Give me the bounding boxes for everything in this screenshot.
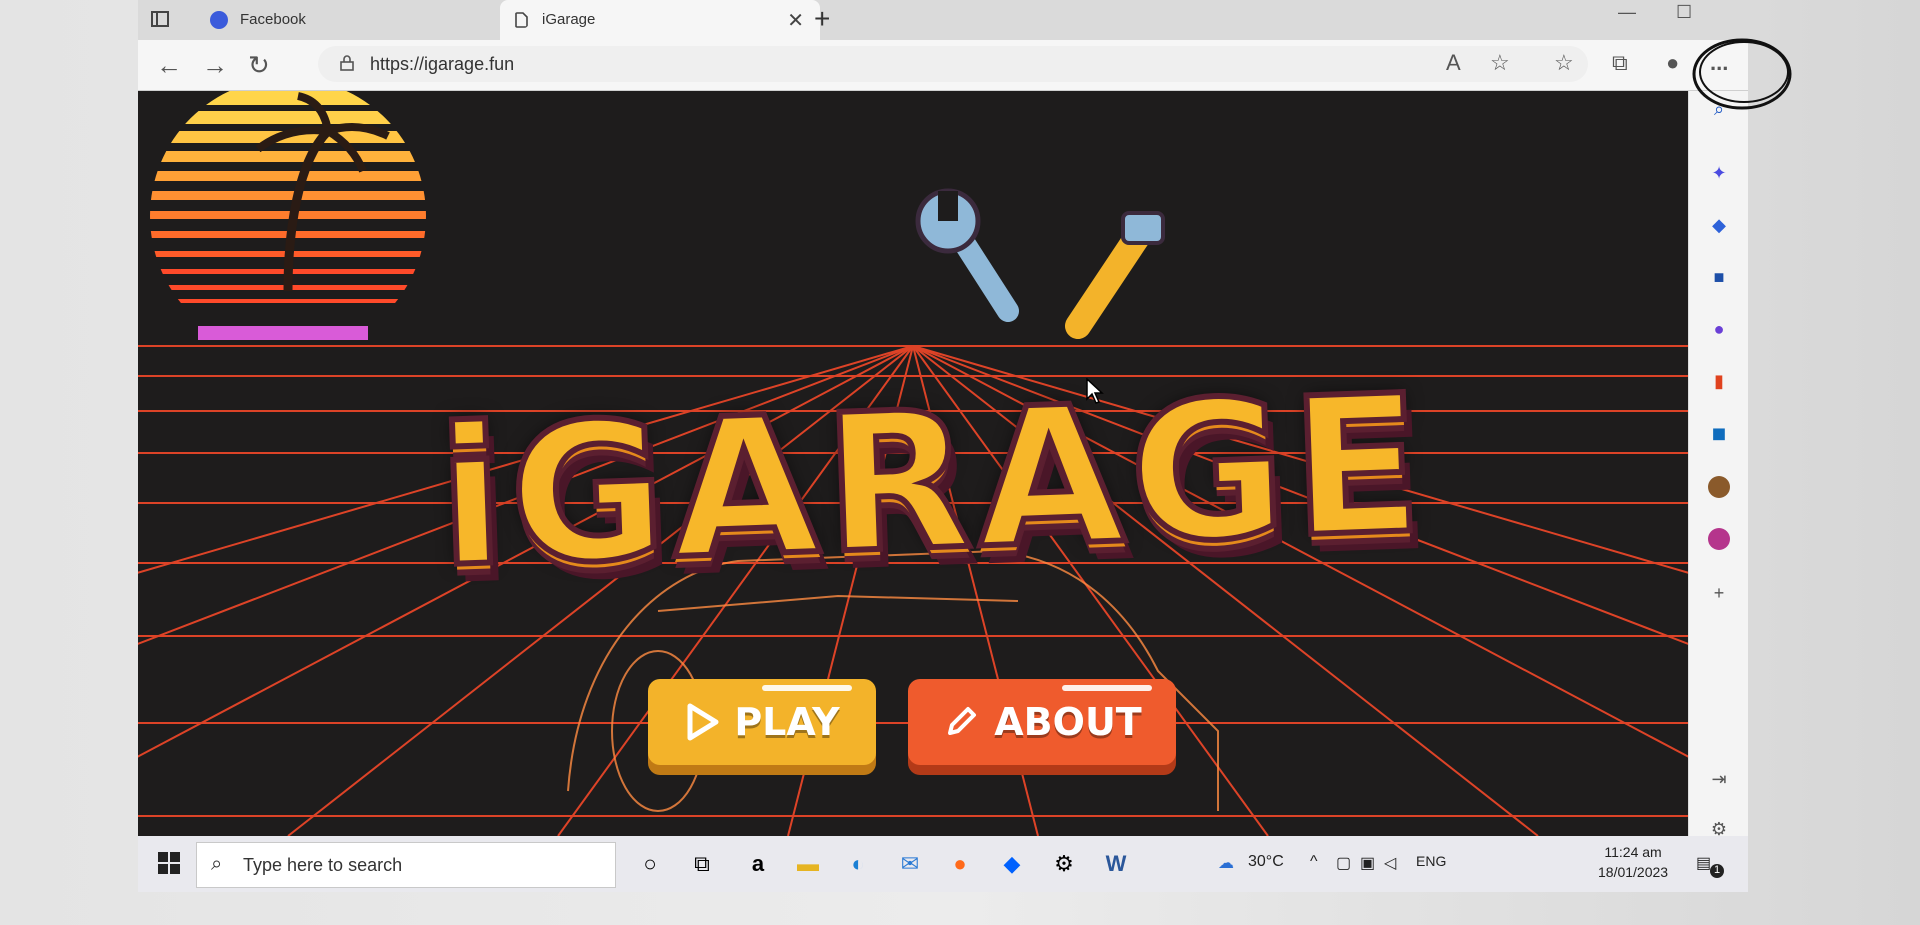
tab-title: iGarage [542,11,596,28]
maximize-icon[interactable]: ☐ [1676,2,1692,23]
notification-badge: 1 [1710,864,1724,878]
task-view-icon[interactable]: ⧉ [686,848,718,880]
volume-icon[interactable]: ◁ [1384,853,1396,873]
windows-taskbar: ⌕ Type here to search ○ ⧉ a ▬ ◐ ✉ ● ◆ ⚙ … [138,836,1748,892]
hand-drawn-circle-annotation [1692,38,1792,110]
button-shine [1062,685,1152,691]
forward-icon[interactable]: → [202,50,228,81]
search-placeholder: Type here to search [243,855,403,875]
add-sidebar-item-icon[interactable]: + [1707,581,1731,605]
pipe-wrench-icon [1065,211,1165,339]
facebook-icon [210,11,228,29]
play-label: PLAY [734,700,840,744]
add-favorite-icon[interactable]: ☆ [1490,50,1510,76]
collections-icon[interactable]: ⧉ [1612,50,1628,76]
clock-time: 11:24 am [1604,844,1662,860]
clock[interactable]: 11:24 am 18/01/2023 [1598,842,1668,882]
profile-e-icon[interactable] [1707,527,1731,551]
settings-icon[interactable]: ⚙ [1048,848,1080,880]
shopping-tag-icon[interactable]: ◆ [1707,213,1731,237]
windows-start-icon[interactable] [158,852,180,874]
refresh-icon[interactable]: ↻ [248,50,270,81]
minimize-icon[interactable]: — [1618,2,1636,23]
back-icon[interactable]: ← [156,50,182,81]
new-tab-button[interactable]: + [814,3,830,35]
taskbar-search-input[interactable]: ⌕ Type here to search [196,842,616,888]
button-shine [762,685,852,691]
about-label: ABOUT [994,700,1142,744]
mouse-cursor-icon [1086,378,1104,404]
tab-actions-icon[interactable] [150,9,170,29]
play-button[interactable]: PLAY [648,679,876,765]
sunset-sun-icon [150,91,426,340]
wrench-icon [915,188,1019,322]
tab-facebook[interactable]: Facebook ✕ [198,0,548,40]
mail-icon[interactable]: ✉ [894,848,926,880]
play-icon [687,703,719,741]
cortana-icon[interactable]: ○ [634,848,666,880]
games-icon[interactable]: ● [1707,317,1731,341]
dropbox-icon[interactable]: ◆ [996,848,1028,880]
about-button[interactable]: ABOUT [908,679,1176,765]
search-icon: ⌕ [211,853,223,875]
office-icon[interactable]: ▮ [1707,369,1731,393]
tab-title: Facebook [240,11,306,28]
tab-strip: Facebook ✕ iGarage ✕ + — ☐ [138,0,1748,40]
tools-briefcase-icon[interactable]: ■ [1707,265,1731,289]
url-field[interactable]: https://igarage.fun [318,46,1588,82]
profile-b-icon[interactable] [1707,475,1731,499]
browser-sidebar: ⌕ ✦ ◆ ■ ● ▮ ◼ + ⇥ ⚙ [1688,91,1748,839]
close-icon[interactable]: ✕ [787,8,804,33]
tab-igarage[interactable]: iGarage ✕ [500,0,820,40]
bing-chat-icon[interactable]: ✦ [1707,161,1731,185]
profile-icon[interactable]: ● [1666,50,1679,76]
file-explorer-icon[interactable]: ▬ [792,848,824,880]
network-icon[interactable]: ▣ [1360,853,1375,873]
page-icon [515,12,528,28]
edge-icon[interactable]: ◐ [842,848,874,880]
clock-date: 18/01/2023 [1598,864,1669,880]
favorites-icon[interactable]: ☆ [1554,50,1574,76]
pencil-icon [948,707,977,735]
notifications-icon[interactable]: ▤ [1696,853,1711,873]
screen: Facebook ✕ iGarage ✕ + — ☐ ← → ↻ https:/… [138,0,1748,892]
igarage-logo: iGARAGE [432,351,1434,612]
lock-icon [340,55,354,71]
weather-cloud-icon[interactable]: ☁ [1218,853,1234,873]
read-aloud-icon[interactable]: A [1446,50,1461,76]
weather-temp[interactable]: 30°C [1248,853,1284,871]
hide-sidebar-icon[interactable]: ⇥ [1707,767,1731,791]
amazon-icon[interactable]: a [742,848,774,880]
meet-now-icon[interactable]: ▢ [1336,853,1351,873]
url-text: https://igarage.fun [370,54,515,74]
show-hidden-icons[interactable]: ^ [1310,853,1318,871]
firefox-icon[interactable]: ● [944,848,976,880]
language-indicator[interactable]: ENG [1416,853,1446,869]
game-landing-page: iGARAGE PLAY ABOUT [138,91,1688,836]
outlook-icon[interactable]: ◼ [1707,421,1731,445]
word-icon[interactable]: W [1100,848,1132,880]
address-bar: ← → ↻ https://igarage.fun A ☆ ☆ ⧉ ● ... [138,40,1748,91]
